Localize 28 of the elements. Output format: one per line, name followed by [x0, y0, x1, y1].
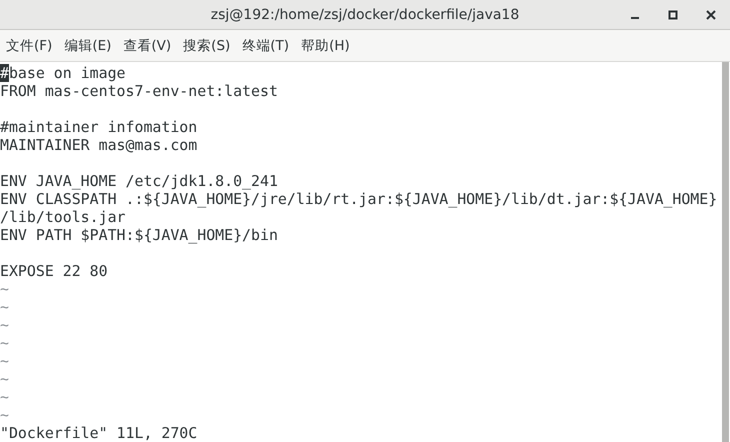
- menu-item[interactable]: 搜索(S): [183, 34, 230, 56]
- empty-line-marker: ~: [0, 388, 9, 406]
- empty-line-marker: ~: [0, 316, 9, 334]
- maximize-icon[interactable]: [668, 10, 678, 20]
- code-line: #maintainer infomation: [0, 118, 198, 136]
- empty-line-marker: ~: [0, 280, 9, 298]
- code-line: EXPOSE 22 80: [0, 262, 108, 280]
- menu-item[interactable]: 编辑(E): [64, 34, 112, 56]
- empty-line-marker: ~: [0, 334, 9, 352]
- status-message: "Dockerfile" 11L, 270C: [0, 424, 198, 442]
- code-line: ENV CLASSPATH .:${JAVA_HOME}/jre/lib/rt.jar:${JAVA_HOME}/lib/dt.jar:${JAVA_HOME}: [0, 190, 718, 208]
- scrollbar[interactable]: [722, 62, 729, 442]
- empty-line-marker: ~: [0, 298, 9, 316]
- code-line: ENV JAVA_HOME /etc/jdk1.8.0_241: [0, 172, 278, 190]
- code-line: ENV PATH $PATH:${JAVA_HOME}/bin: [0, 226, 278, 244]
- menu-item[interactable]: 查看(V): [123, 34, 172, 56]
- menu-item[interactable]: 帮助(H): [301, 34, 350, 56]
- code-line: /lib/tools.jar: [0, 208, 126, 226]
- empty-line-marker: ~: [0, 406, 9, 424]
- menu-item[interactable]: 文件(F): [6, 34, 52, 56]
- empty-line-marker: ~: [0, 352, 9, 370]
- close-icon[interactable]: [706, 10, 716, 20]
- menu-item[interactable]: 终端(T): [242, 34, 290, 56]
- code-line: FROM mas-centos7-env-net:latest: [0, 82, 278, 100]
- empty-line-marker: ~: [0, 370, 9, 388]
- code-line: MAINTAINER mas@mas.com: [0, 136, 198, 154]
- code-line: #base on image: [0, 64, 126, 82]
- window-title: zsj@192:/home/zsj/docker/dockerfile/java18: [210, 6, 520, 22]
